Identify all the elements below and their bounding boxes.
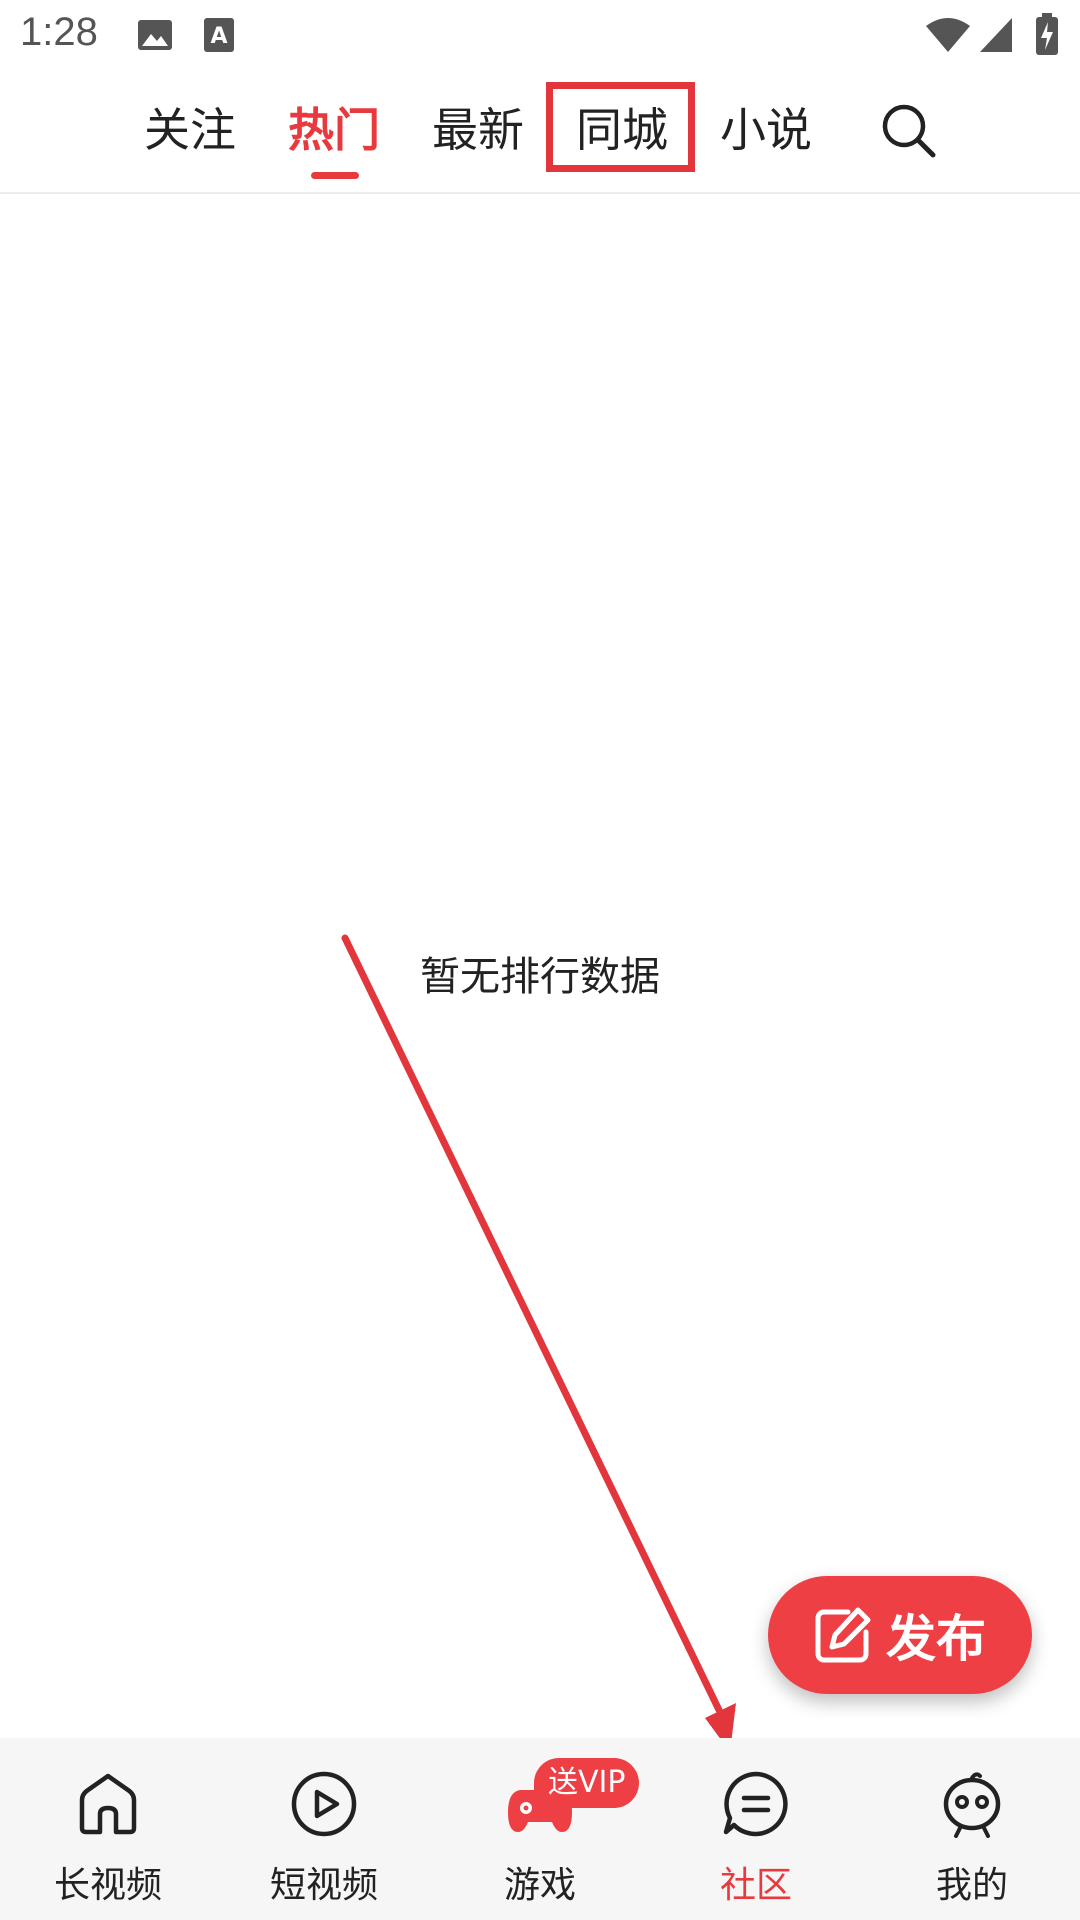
nav-item-community[interactable]: 社区 [648,1738,864,1920]
robot-avatar-icon [943,1772,1001,1838]
edit-icon [815,1607,871,1663]
nav-item-mine[interactable]: 我的 [864,1738,1080,1920]
publish-button[interactable]: 发布 [768,1576,1032,1694]
nav-label-long-video: 长视频 [53,1865,162,1906]
nav-item-long-video[interactable]: 长视频 [0,1738,216,1920]
nav-label-mine: 我的 [935,1865,1008,1906]
nav-item-short-video[interactable]: 短视频 [216,1738,432,1920]
play-icon [291,1771,357,1837]
nav-label-short-video: 短视频 [269,1865,378,1906]
vip-badge: 送VIP [534,1758,640,1808]
publish-label: 发布 [886,1610,986,1668]
nav-label-game: 游戏 [503,1865,576,1906]
nav-label-community: 社区 [719,1865,792,1906]
home-icon [79,1773,137,1835]
chat-icon [723,1771,788,1837]
